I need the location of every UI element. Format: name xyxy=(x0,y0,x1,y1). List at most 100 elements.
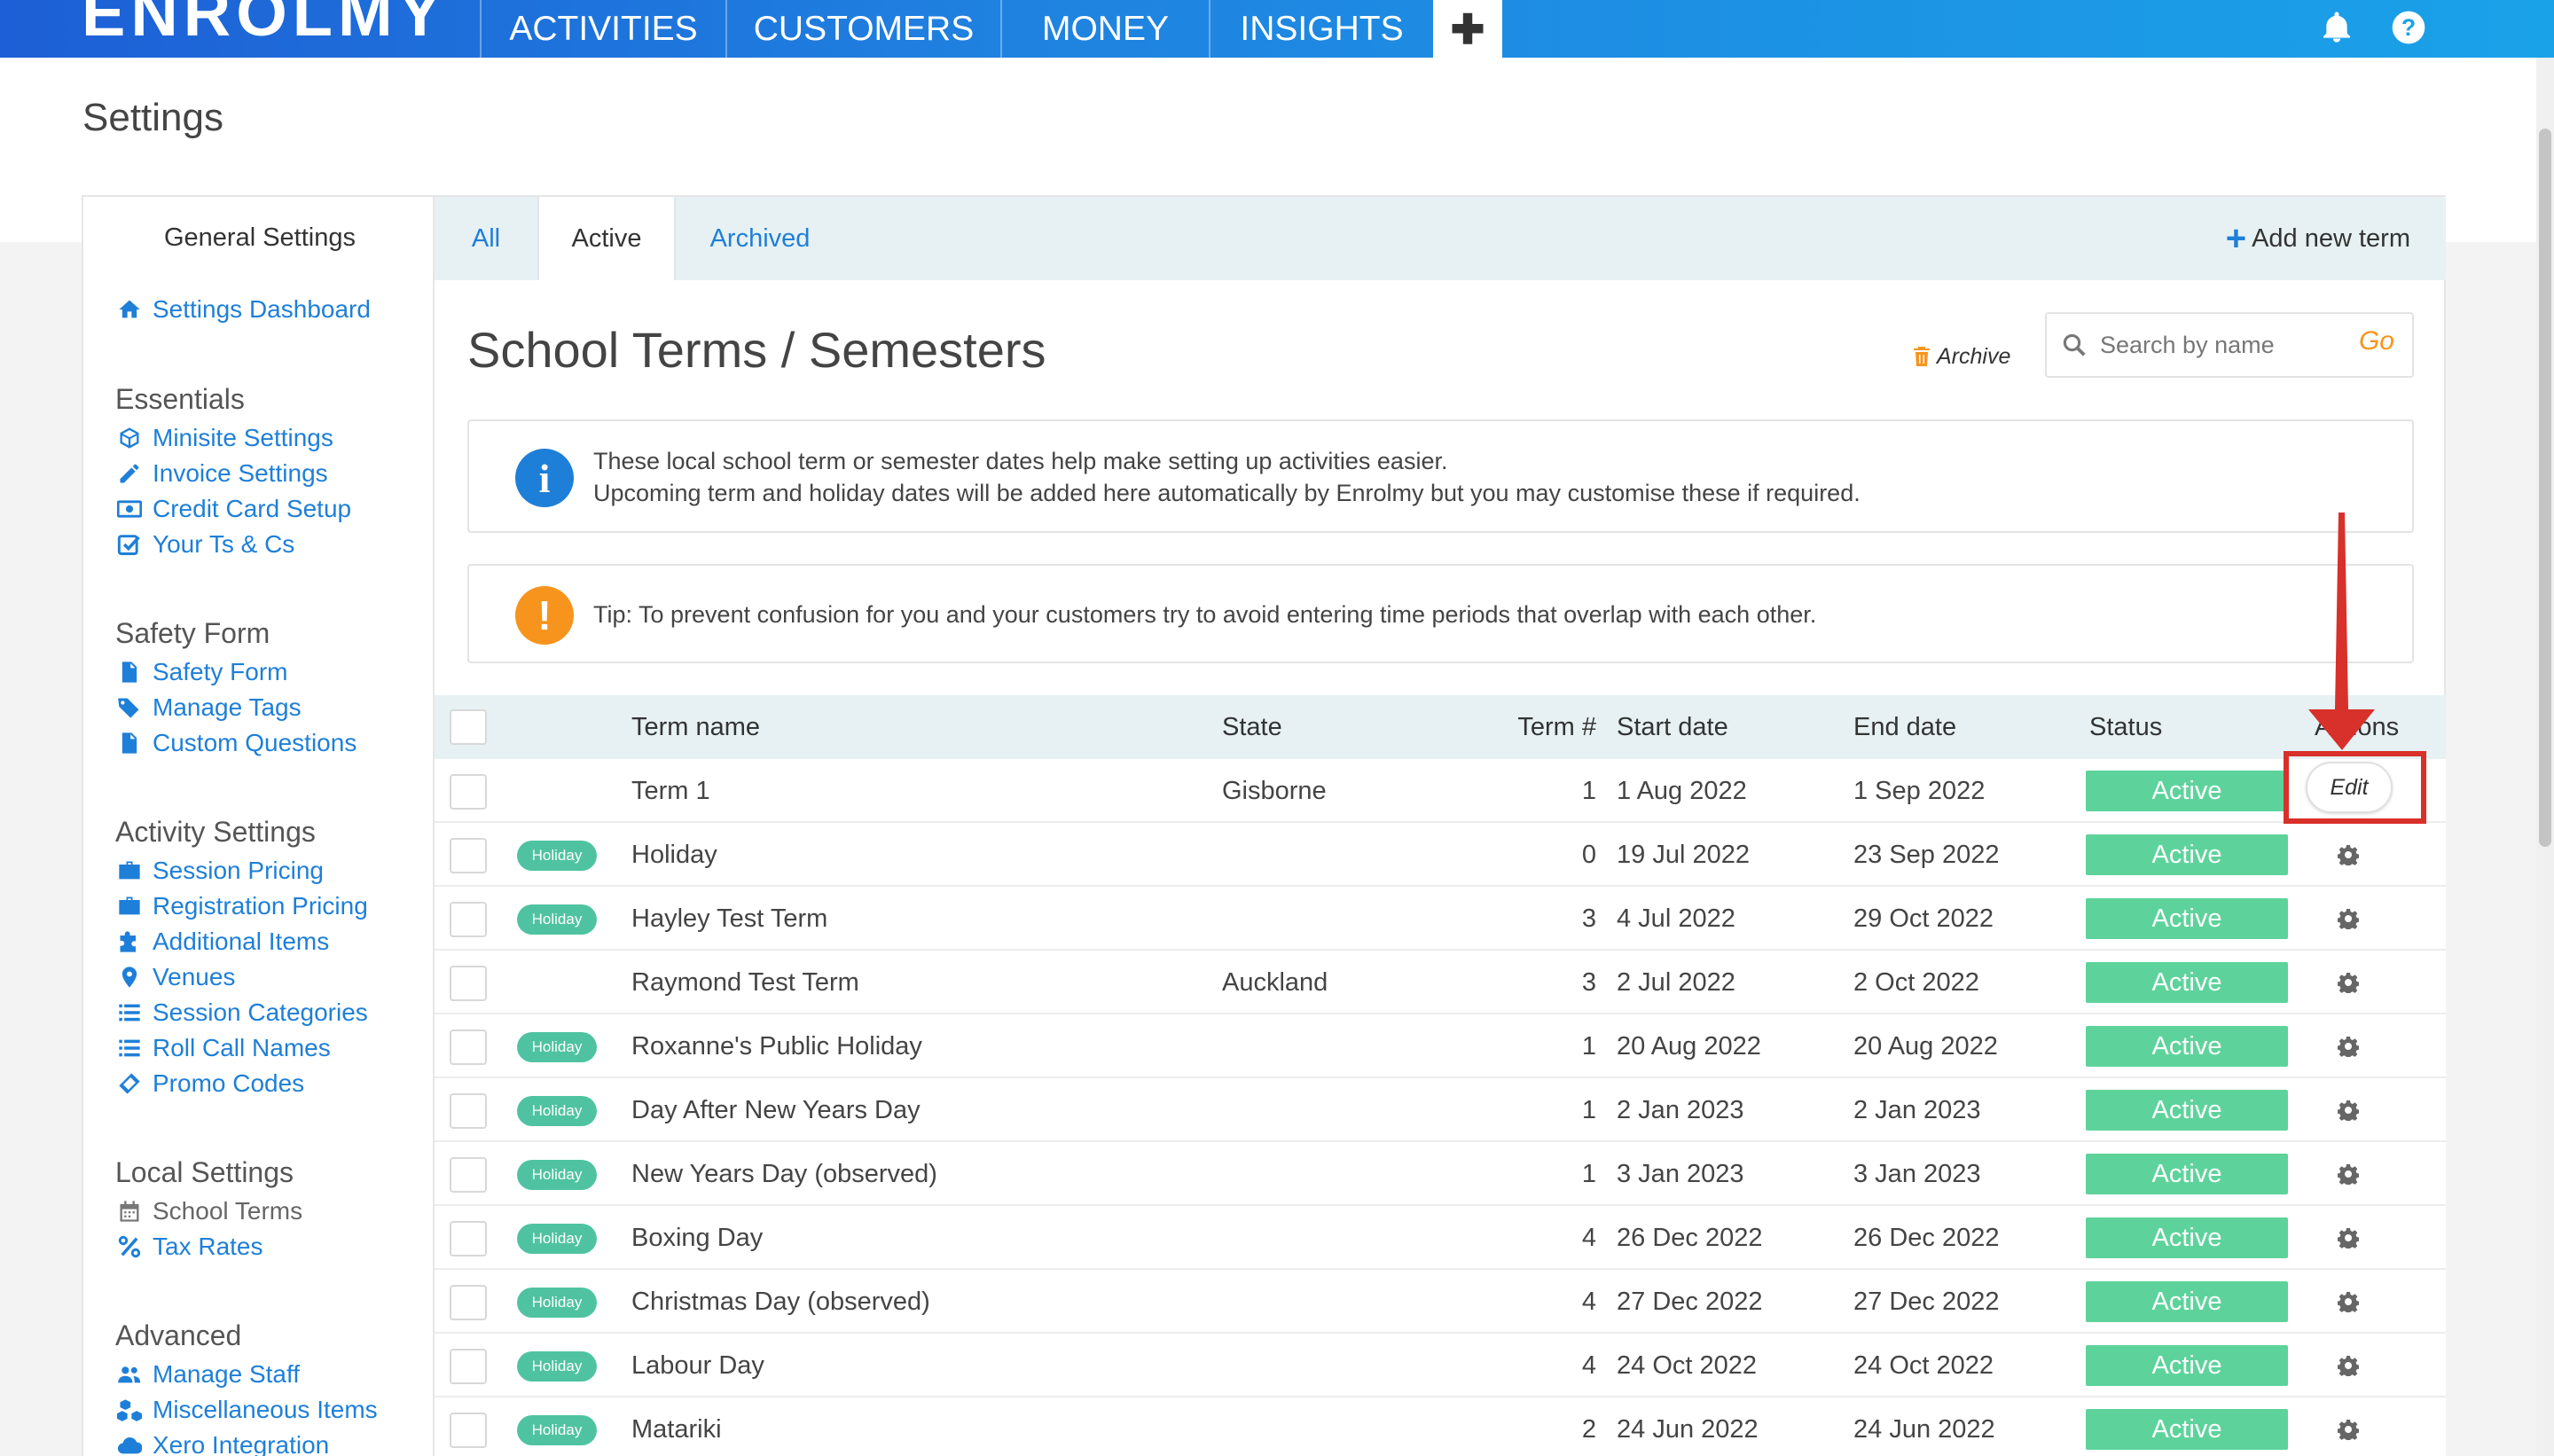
cell-term-number: 2 xyxy=(1581,1414,1596,1444)
page-scrollbar[interactable] xyxy=(2536,58,2554,1456)
sidebar-item-xero-integration[interactable]: Xero Integration xyxy=(117,1431,329,1456)
column-header-end-date[interactable]: End date xyxy=(1853,695,1956,759)
nav-tab-activities[interactable]: ACTIVITIES xyxy=(480,0,725,58)
sidebar-item-registration-pricing[interactable]: Registration Pricing xyxy=(117,892,368,920)
row-checkbox[interactable] xyxy=(450,1157,487,1193)
column-header-term-number[interactable]: Term # xyxy=(1499,695,1596,759)
status-badge: Active xyxy=(2086,1154,2288,1194)
sidebar-item-credit-card-setup[interactable]: Credit Card Setup xyxy=(117,495,351,523)
table-header: Term name State Term # Start date End da… xyxy=(435,695,2446,759)
sidebar-item-miscellaneous-items[interactable]: Miscellaneous Items xyxy=(117,1396,378,1424)
row-checkbox[interactable] xyxy=(450,966,487,1001)
map-marker-icon xyxy=(121,967,137,988)
sidebar-item-label: Additional Items xyxy=(153,928,330,955)
sidebar-item-settings-dashboard[interactable]: Settings Dashboard xyxy=(117,295,371,324)
cell-start-date: 1 Aug 2022 xyxy=(1617,776,1747,805)
highlight-box xyxy=(2284,751,2426,824)
sidebar-item-additional-items[interactable]: Additional Items xyxy=(117,928,329,956)
cell-end-date: 20 Aug 2022 xyxy=(1853,1031,1998,1061)
tab-all[interactable]: All xyxy=(435,197,537,280)
tab-active[interactable]: Active xyxy=(537,197,676,280)
brand-logo[interactable]: ENROLMY xyxy=(82,0,447,51)
row-checkbox[interactable] xyxy=(450,902,487,937)
gear-icon[interactable] xyxy=(2338,1291,2359,1312)
gear-icon[interactable] xyxy=(2338,1355,2359,1376)
sidebar-item-tax-rates[interactable]: Tax Rates xyxy=(117,1233,263,1261)
gear-icon[interactable] xyxy=(2338,1036,2359,1057)
add-new-term-label: Add new term xyxy=(2252,223,2410,253)
sidebar-item-custom-questions[interactable]: Custom Questions xyxy=(117,729,356,757)
column-header-status[interactable]: Status xyxy=(2089,695,2162,759)
sidebar-item-roll-call-names[interactable]: Roll Call Names xyxy=(117,1034,331,1062)
table-row[interactable]: Raymond Test Term Auckland 3 2 Jul 2022 2 Oc… xyxy=(435,951,2446,1014)
sidebar-item-manage-tags[interactable]: Manage Tags xyxy=(117,693,302,722)
nav-tab-customers[interactable]: CUSTOMERS xyxy=(725,0,1000,58)
table-row[interactable]: Holiday Day After New Years Day 1 2 Jan 202… xyxy=(435,1078,2446,1142)
search-input[interactable] xyxy=(2100,331,2357,359)
row-checkbox[interactable] xyxy=(450,1413,487,1448)
sidebar-item-minisite-settings[interactable]: Minisite Settings xyxy=(117,424,333,452)
row-checkbox[interactable] xyxy=(450,1349,487,1384)
cell-term-name: Hayley Test Term xyxy=(631,904,828,933)
row-checkbox[interactable] xyxy=(450,1093,487,1129)
add-new-term-button[interactable]: + Add new term xyxy=(2226,197,2410,280)
page-title: Settings xyxy=(82,96,223,139)
sidebar-item-label: Roll Call Names xyxy=(153,1034,331,1061)
nav-tab-insights[interactable]: INSIGHTS xyxy=(1209,0,1433,58)
table-row[interactable]: Holiday Roxanne's Public Holiday 1 20 Aug 2… xyxy=(435,1014,2446,1078)
table-row[interactable]: Holiday Boxing Day 4 26 Dec 2022 26 Dec 2022… xyxy=(435,1206,2446,1270)
sidebar-item-safety-form[interactable]: Safety Form xyxy=(117,658,287,686)
cell-term-name: Labour Day xyxy=(631,1350,764,1380)
sidebar-item-your-ts-cs[interactable]: Your Ts & Cs xyxy=(117,530,294,559)
archive-button[interactable]: Archive xyxy=(1912,334,2010,379)
sidebar-item-school-terms[interactable]: School Terms xyxy=(117,1197,302,1225)
row-checkbox[interactable] xyxy=(450,774,487,810)
row-checkbox[interactable] xyxy=(450,1285,487,1320)
sidebar-section-local-settings: Local Settings xyxy=(115,1156,294,1188)
status-badge: Active xyxy=(2086,1090,2288,1131)
sidebar-item-label: Your Ts & Cs xyxy=(153,530,295,558)
nav-add-button[interactable]: ✚ xyxy=(1433,0,1502,58)
scrollbar-thumb[interactable] xyxy=(2539,129,2551,847)
column-header-state[interactable]: State xyxy=(1222,695,1282,759)
select-all-checkbox[interactable] xyxy=(450,709,487,745)
row-checkbox[interactable] xyxy=(450,1221,487,1256)
gear-icon[interactable] xyxy=(2338,908,2359,929)
gear-icon[interactable] xyxy=(2338,1100,2359,1121)
sidebar-item-session-categories[interactable]: Session Categories xyxy=(117,998,368,1027)
table-row[interactable]: Holiday Holiday 0 19 Jul 2022 23 Sep 2022 Act… xyxy=(435,823,2446,887)
nav-tab-money[interactable]: MONEY xyxy=(1000,0,1209,58)
table-row[interactable]: Term 1 Gisborne 1 1 Aug 2022 1 Sep 2022 Activ… xyxy=(435,759,2446,823)
gear-icon[interactable] xyxy=(2338,844,2359,865)
gear-icon[interactable] xyxy=(2338,972,2359,993)
gear-icon[interactable] xyxy=(2338,1419,2359,1440)
sidebar-item-label: Invoice Settings xyxy=(153,459,328,487)
table-row[interactable]: Holiday Hayley Test Term 3 4 Jul 2022 29 Oct… xyxy=(435,887,2446,951)
cell-term-name: Roxanne's Public Holiday xyxy=(631,1031,922,1061)
go-button[interactable]: Go xyxy=(2359,326,2394,356)
gear-icon[interactable] xyxy=(2338,1227,2359,1249)
row-checkbox[interactable] xyxy=(450,1029,487,1065)
help-icon[interactable]: ? xyxy=(2388,7,2429,48)
cloud-icon xyxy=(117,1437,142,1454)
sidebar-item-label: School Terms xyxy=(153,1197,303,1225)
table-row[interactable]: Holiday Labour Day 4 24 Oct 2022 24 Oct 2022… xyxy=(435,1334,2446,1397)
sidebar-item-invoice-settings[interactable]: Invoice Settings xyxy=(117,459,328,488)
gear-icon[interactable] xyxy=(2338,1163,2359,1185)
row-checkbox[interactable] xyxy=(450,838,487,873)
sidebar-item-promo-codes[interactable]: Promo Codes xyxy=(117,1069,304,1098)
list-icon xyxy=(119,1004,140,1022)
column-header-term-name[interactable]: Term name xyxy=(631,695,760,759)
table-row[interactable]: Holiday Christmas Day (observed) 4 27 Dec 2… xyxy=(435,1270,2446,1334)
table-row[interactable]: Holiday Matariki 2 24 Jun 2022 24 Jun 2022 Ac… xyxy=(435,1397,2446,1456)
sidebar-item-venues[interactable]: Venues xyxy=(117,963,235,991)
sidebar-item-session-pricing[interactable]: Session Pricing xyxy=(117,857,324,885)
bell-icon[interactable] xyxy=(2316,7,2357,48)
check-square-icon xyxy=(117,535,140,555)
holiday-badge: Holiday xyxy=(517,1032,597,1062)
cell-start-date: 2 Jul 2022 xyxy=(1617,967,1735,997)
column-header-start-date[interactable]: Start date xyxy=(1617,695,1728,759)
table-row[interactable]: Holiday New Years Day (observed) 1 3 Jan 20… xyxy=(435,1142,2446,1206)
sidebar-item-manage-staff[interactable]: Manage Staff xyxy=(117,1360,300,1389)
tab-archived[interactable]: Archived xyxy=(676,197,844,280)
